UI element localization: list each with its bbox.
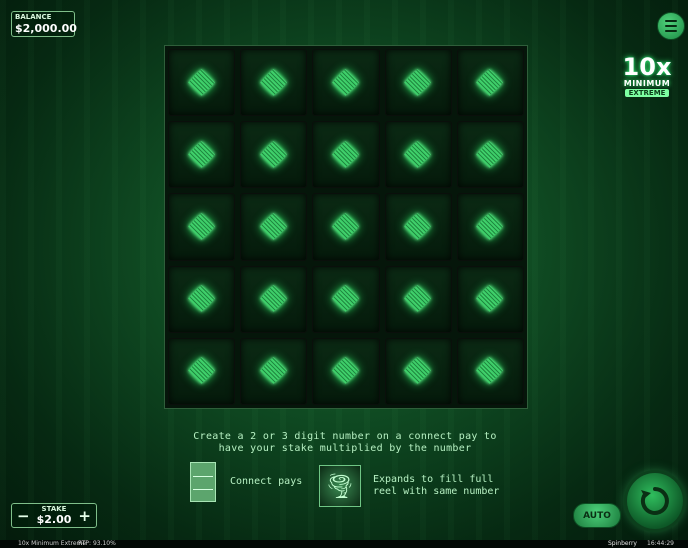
spin-button[interactable] xyxy=(627,473,683,529)
reel-cell xyxy=(312,49,380,117)
stake-increase-button[interactable]: + xyxy=(78,507,91,525)
reel-cell xyxy=(456,337,524,405)
reel-cell xyxy=(456,265,524,333)
tornado-icon: 🌪 xyxy=(319,465,361,507)
reel-cell xyxy=(384,193,452,261)
diamond-symbol-icon xyxy=(476,357,504,385)
connect-pays-label: Connect pays xyxy=(230,476,303,487)
diamond-symbol-icon xyxy=(187,213,215,240)
expand-line-2: reel with same number xyxy=(373,486,500,497)
footer-rtp: RTP: 93.10% xyxy=(78,540,116,547)
diamond-symbol-icon xyxy=(259,213,287,240)
info-line-1: Create a 2 or 3 digit number on a connec… xyxy=(193,431,497,442)
balance-display: BALANCE $2,000.00 xyxy=(11,11,77,37)
logo-title: 10x xyxy=(622,53,672,81)
reel-cell xyxy=(168,121,236,189)
diamond-symbol-icon xyxy=(404,68,432,96)
diamond-symbol-icon xyxy=(187,285,215,313)
feature-info: Create a 2 or 3 digit number on a connec… xyxy=(170,431,520,455)
diamond-symbol-icon xyxy=(259,285,287,313)
diamond-symbol-icon xyxy=(187,68,215,96)
reel-cell xyxy=(240,337,308,405)
diamond-symbol-icon xyxy=(404,140,432,168)
diamond-symbol-icon xyxy=(476,213,504,240)
expand-line-1: Expands to fill full xyxy=(373,474,494,485)
footer-game-name: 10x Minimum Extreme xyxy=(18,540,87,547)
connect-pays-icon xyxy=(190,462,216,502)
diamond-symbol-icon xyxy=(187,140,215,168)
reel-cell xyxy=(240,265,308,333)
stake-control: − STAKE $2.00 + xyxy=(11,503,97,528)
reel-cell xyxy=(384,121,452,189)
hamburger-icon xyxy=(665,20,677,22)
diamond-symbol-icon xyxy=(332,285,359,313)
diamond-symbol-icon xyxy=(332,357,359,385)
balance-value: $2,000.00 xyxy=(15,22,77,35)
diamond-symbol-icon xyxy=(404,213,432,240)
diamond-symbol-icon xyxy=(259,68,287,96)
reel-cell xyxy=(312,265,380,333)
diamond-symbol-icon xyxy=(476,68,504,96)
reel-cell xyxy=(168,49,236,117)
diamond-symbol-icon xyxy=(332,140,359,168)
reel-cell xyxy=(384,337,452,405)
diamond-symbol-icon xyxy=(332,213,359,240)
reel-cell xyxy=(240,121,308,189)
diamond-symbol-icon xyxy=(404,285,432,313)
footer-clock: 16:44:29 xyxy=(647,540,674,547)
balance-label: BALANCE xyxy=(15,13,52,21)
diamond-symbol-icon xyxy=(332,68,359,96)
reel-cell xyxy=(240,49,308,117)
expand-label: Expands to fill full reel with same numb… xyxy=(373,474,523,498)
logo-subtitle: MINIMUM xyxy=(623,79,671,88)
auto-button[interactable]: AUTO xyxy=(573,503,621,528)
diamond-symbol-icon xyxy=(476,140,504,168)
diamond-symbol-icon xyxy=(187,357,215,385)
reel-cell xyxy=(240,193,308,261)
diamond-symbol-icon xyxy=(404,357,432,385)
reel-cell xyxy=(456,193,524,261)
reel-cell xyxy=(384,265,452,333)
footer-bar: 10x Minimum Extreme RTP: 93.10% Spinberr… xyxy=(0,540,688,548)
game-logo: 10x MINIMUM EXTREME xyxy=(609,46,685,106)
diamond-symbol-icon xyxy=(259,357,287,385)
spin-icon xyxy=(640,487,669,515)
footer-brand: Spinberry xyxy=(608,540,637,547)
reel-cell xyxy=(312,193,380,261)
reel-grid xyxy=(164,45,528,409)
diamond-symbol-icon xyxy=(259,140,287,168)
reel-cell xyxy=(168,265,236,333)
info-line-2: have your stake multiplied by the number xyxy=(218,443,472,454)
reel-cell xyxy=(168,337,236,405)
reel-cell xyxy=(168,193,236,261)
diamond-symbol-icon xyxy=(476,285,504,313)
menu-button[interactable] xyxy=(657,12,685,40)
reel-cell xyxy=(456,121,524,189)
reel-cell xyxy=(384,49,452,117)
reel-cell xyxy=(312,121,380,189)
reel-cell xyxy=(312,337,380,405)
logo-tag: EXTREME xyxy=(624,89,670,97)
reel-cell xyxy=(456,49,524,117)
